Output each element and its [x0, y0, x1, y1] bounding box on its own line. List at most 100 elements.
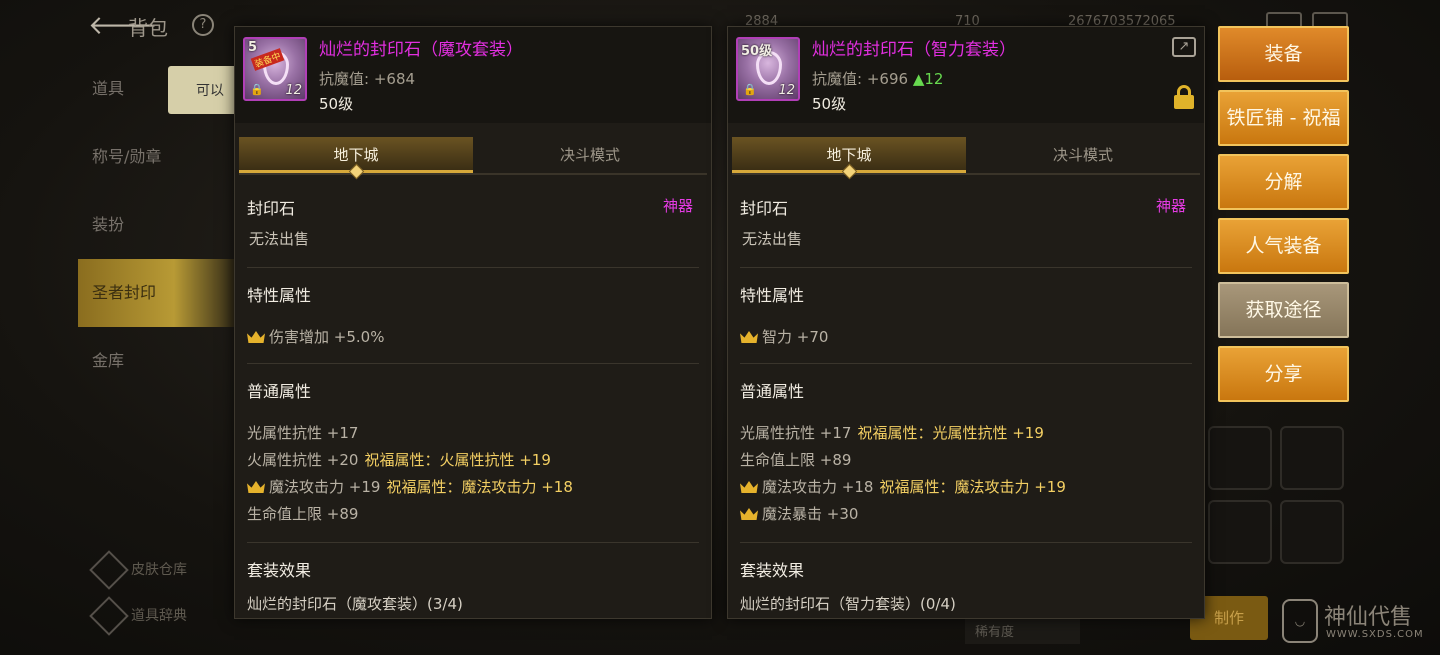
divider	[247, 267, 699, 268]
category-label: 封印石	[247, 199, 296, 218]
icon-level: 5	[248, 40, 258, 55]
category-row: 封印石 神器	[247, 195, 699, 219]
item-name: 灿烂的封印石（智力套装）	[812, 40, 1016, 60]
share-icon[interactable]: ↗	[1172, 37, 1196, 57]
popular-gear-button[interactable]: 人气装备	[1218, 218, 1349, 274]
item-dictionary-label: 道具辞典	[131, 608, 187, 624]
watermark-logo: ◡ 神仙代售 WWW.SXDS.COM	[1280, 597, 1436, 647]
trait-title: 特性属性	[247, 286, 312, 305]
disassemble-button[interactable]: 分解	[1218, 154, 1349, 210]
icon-quantity: 12	[778, 83, 795, 98]
seal-stone-icon: 5 装备中 🔒 12	[243, 37, 307, 101]
acquire-route-button[interactable]: 获取途径	[1218, 282, 1349, 338]
skin-storage-icon	[89, 550, 129, 590]
dictionary-icon	[89, 596, 129, 636]
artifact-badge: 神器	[662, 197, 693, 215]
icon-quantity: 12	[285, 83, 302, 98]
inventory-slot[interactable]	[1208, 426, 1272, 490]
trait-text: 伤害增加 +5.0%	[269, 328, 385, 346]
attr-line: 火属性抗性 +20 祝福属性：火属性抗性 +19	[247, 447, 699, 474]
item-details: 封印石 神器 无法出售 特性属性 伤害增加 +5.0% 普通属性 光属性抗性 +…	[235, 195, 711, 614]
crown-icon	[247, 331, 265, 343]
nav-item-avatar[interactable]: 装扮	[78, 191, 238, 259]
trait-line: 伤害增加 +5.0%	[247, 324, 699, 351]
normal-attr-title: 普通属性	[740, 382, 805, 401]
trait-line: 智力 +70	[740, 324, 1192, 351]
inventory-slot[interactable]	[1280, 426, 1344, 490]
divider	[740, 267, 1192, 268]
attr-text: 光属性抗性 +17	[247, 424, 359, 442]
attr-text: 生命值上限 +89	[247, 505, 359, 523]
crown-icon	[740, 508, 758, 520]
nav-item-vault[interactable]: 金库	[78, 327, 238, 395]
normal-attr-list: 光属性抗性 +17 祝福属性：光属性抗性 +19 生命值上限 +89 魔法攻击力 …	[740, 420, 1192, 528]
resist-label: 抗魔值:	[812, 70, 867, 88]
attr-text: 魔法暴击 +30	[762, 505, 859, 523]
resist-label: 抗魔值:	[319, 70, 374, 88]
watermark-url: WWW.SXDS.COM	[1326, 629, 1424, 640]
skin-storage-link[interactable]: 皮肤仓库	[89, 550, 187, 590]
item-details: 封印石 神器 无法出售 特性属性 智力 +70 普通属性 光属性抗性 +17 祝福…	[728, 195, 1204, 614]
normal-attr-list: 光属性抗性 +17 火属性抗性 +20 祝福属性：火属性抗性 +19 魔法攻击力 …	[247, 420, 699, 528]
tooltip: 可以	[168, 66, 238, 114]
set-effect-line: 灿烂的封印石（智力套装）(0/4)	[740, 595, 956, 613]
lock-small-icon: 🔒	[743, 83, 757, 96]
bless-text: 祝福属性：光属性抗性 +19	[857, 424, 1044, 442]
item-dictionary-link[interactable]: 道具辞典	[89, 596, 187, 636]
artifact-badge: 神器	[1155, 197, 1186, 215]
sell-status: 无法出售	[742, 230, 803, 248]
attr-line: 魔法暴击 +30	[740, 501, 1192, 528]
watermark-face-icon: ◡	[1282, 599, 1318, 643]
attr-line: 生命值上限 +89	[740, 447, 1192, 474]
item-tooltip-compare: 50级 🔒 12 灿烂的封印石（智力套装） 抗魔值: +696 ▲12 50级 …	[727, 26, 1205, 619]
action-menu: 装备 铁匠铺 - 祝福 分解 人气装备 获取途径 分享	[1218, 26, 1349, 410]
attr-text: 火属性抗性 +20	[247, 451, 359, 469]
nav-item-titles[interactable]: 称号/勋章	[78, 123, 238, 191]
blacksmith-bless-button[interactable]: 铁匠铺 - 祝福	[1218, 90, 1349, 146]
divider	[247, 542, 699, 543]
set-effect-title: 套装效果	[740, 561, 805, 580]
inventory-slot[interactable]	[1208, 500, 1272, 564]
tab-duel[interactable]: 决斗模式	[966, 137, 1200, 173]
nav-item-seals[interactable]: 圣者封印	[78, 259, 238, 327]
attr-line: 光属性抗性 +17 祝福属性：光属性抗性 +19	[740, 420, 1192, 447]
divider	[247, 363, 699, 364]
attr-text: 生命值上限 +89	[740, 451, 852, 469]
resist-value: +696	[866, 70, 909, 88]
tab-dungeon[interactable]: 地下城	[239, 137, 473, 173]
equip-button[interactable]: 装备	[1218, 26, 1349, 82]
resist-stat: 抗魔值: +684	[319, 68, 415, 89]
share-button[interactable]: 分享	[1218, 346, 1349, 402]
attr-line: 光属性抗性 +17	[247, 420, 699, 447]
attr-text: 光属性抗性 +17	[740, 424, 852, 442]
watermark-text: 神仙代售	[1324, 605, 1413, 630]
tab-duel[interactable]: 决斗模式	[473, 137, 707, 173]
help-icon[interactable]: ?	[192, 14, 214, 36]
lock-icon[interactable]	[1174, 85, 1194, 109]
attr-text: 魔法攻击力 +18	[762, 478, 874, 496]
mode-tabs: 地下城 决斗模式	[239, 137, 707, 175]
skin-storage-label: 皮肤仓库	[131, 562, 187, 578]
icon-level: 50级	[741, 44, 773, 59]
trait-title: 特性属性	[740, 286, 805, 305]
item-tooltip-equipped: 5 装备中 🔒 12 灿烂的封印石（魔攻套装） 抗魔值: +684 50级 地下…	[234, 26, 712, 619]
inventory-title: 背包	[128, 16, 168, 40]
sell-status: 无法出售	[249, 230, 310, 248]
bless-text: 祝福属性：魔法攻击力 +19	[879, 478, 1066, 496]
item-level: 50级	[812, 95, 847, 113]
resist-value: +684	[373, 70, 416, 88]
attr-line: 生命值上限 +89	[247, 501, 699, 528]
bless-text: 祝福属性：魔法攻击力 +18	[386, 478, 573, 496]
tab-dungeon[interactable]: 地下城	[732, 137, 966, 173]
attr-text: 魔法攻击力 +19	[269, 478, 381, 496]
attr-line: 魔法攻击力 +19 祝福属性：魔法攻击力 +18	[247, 474, 699, 501]
category-row: 封印石 神器	[740, 195, 1192, 219]
item-name: 灿烂的封印石（魔攻套装）	[319, 40, 523, 60]
crown-icon	[247, 481, 265, 493]
set-effect-title: 套装效果	[247, 561, 312, 580]
inventory-slot[interactable]	[1280, 500, 1344, 564]
crown-icon	[740, 331, 758, 343]
resist-delta: ▲12	[912, 70, 944, 88]
set-effect-line: 灿烂的封印石（魔攻套装）(3/4)	[247, 595, 463, 613]
trait-text: 智力 +70	[762, 328, 829, 346]
